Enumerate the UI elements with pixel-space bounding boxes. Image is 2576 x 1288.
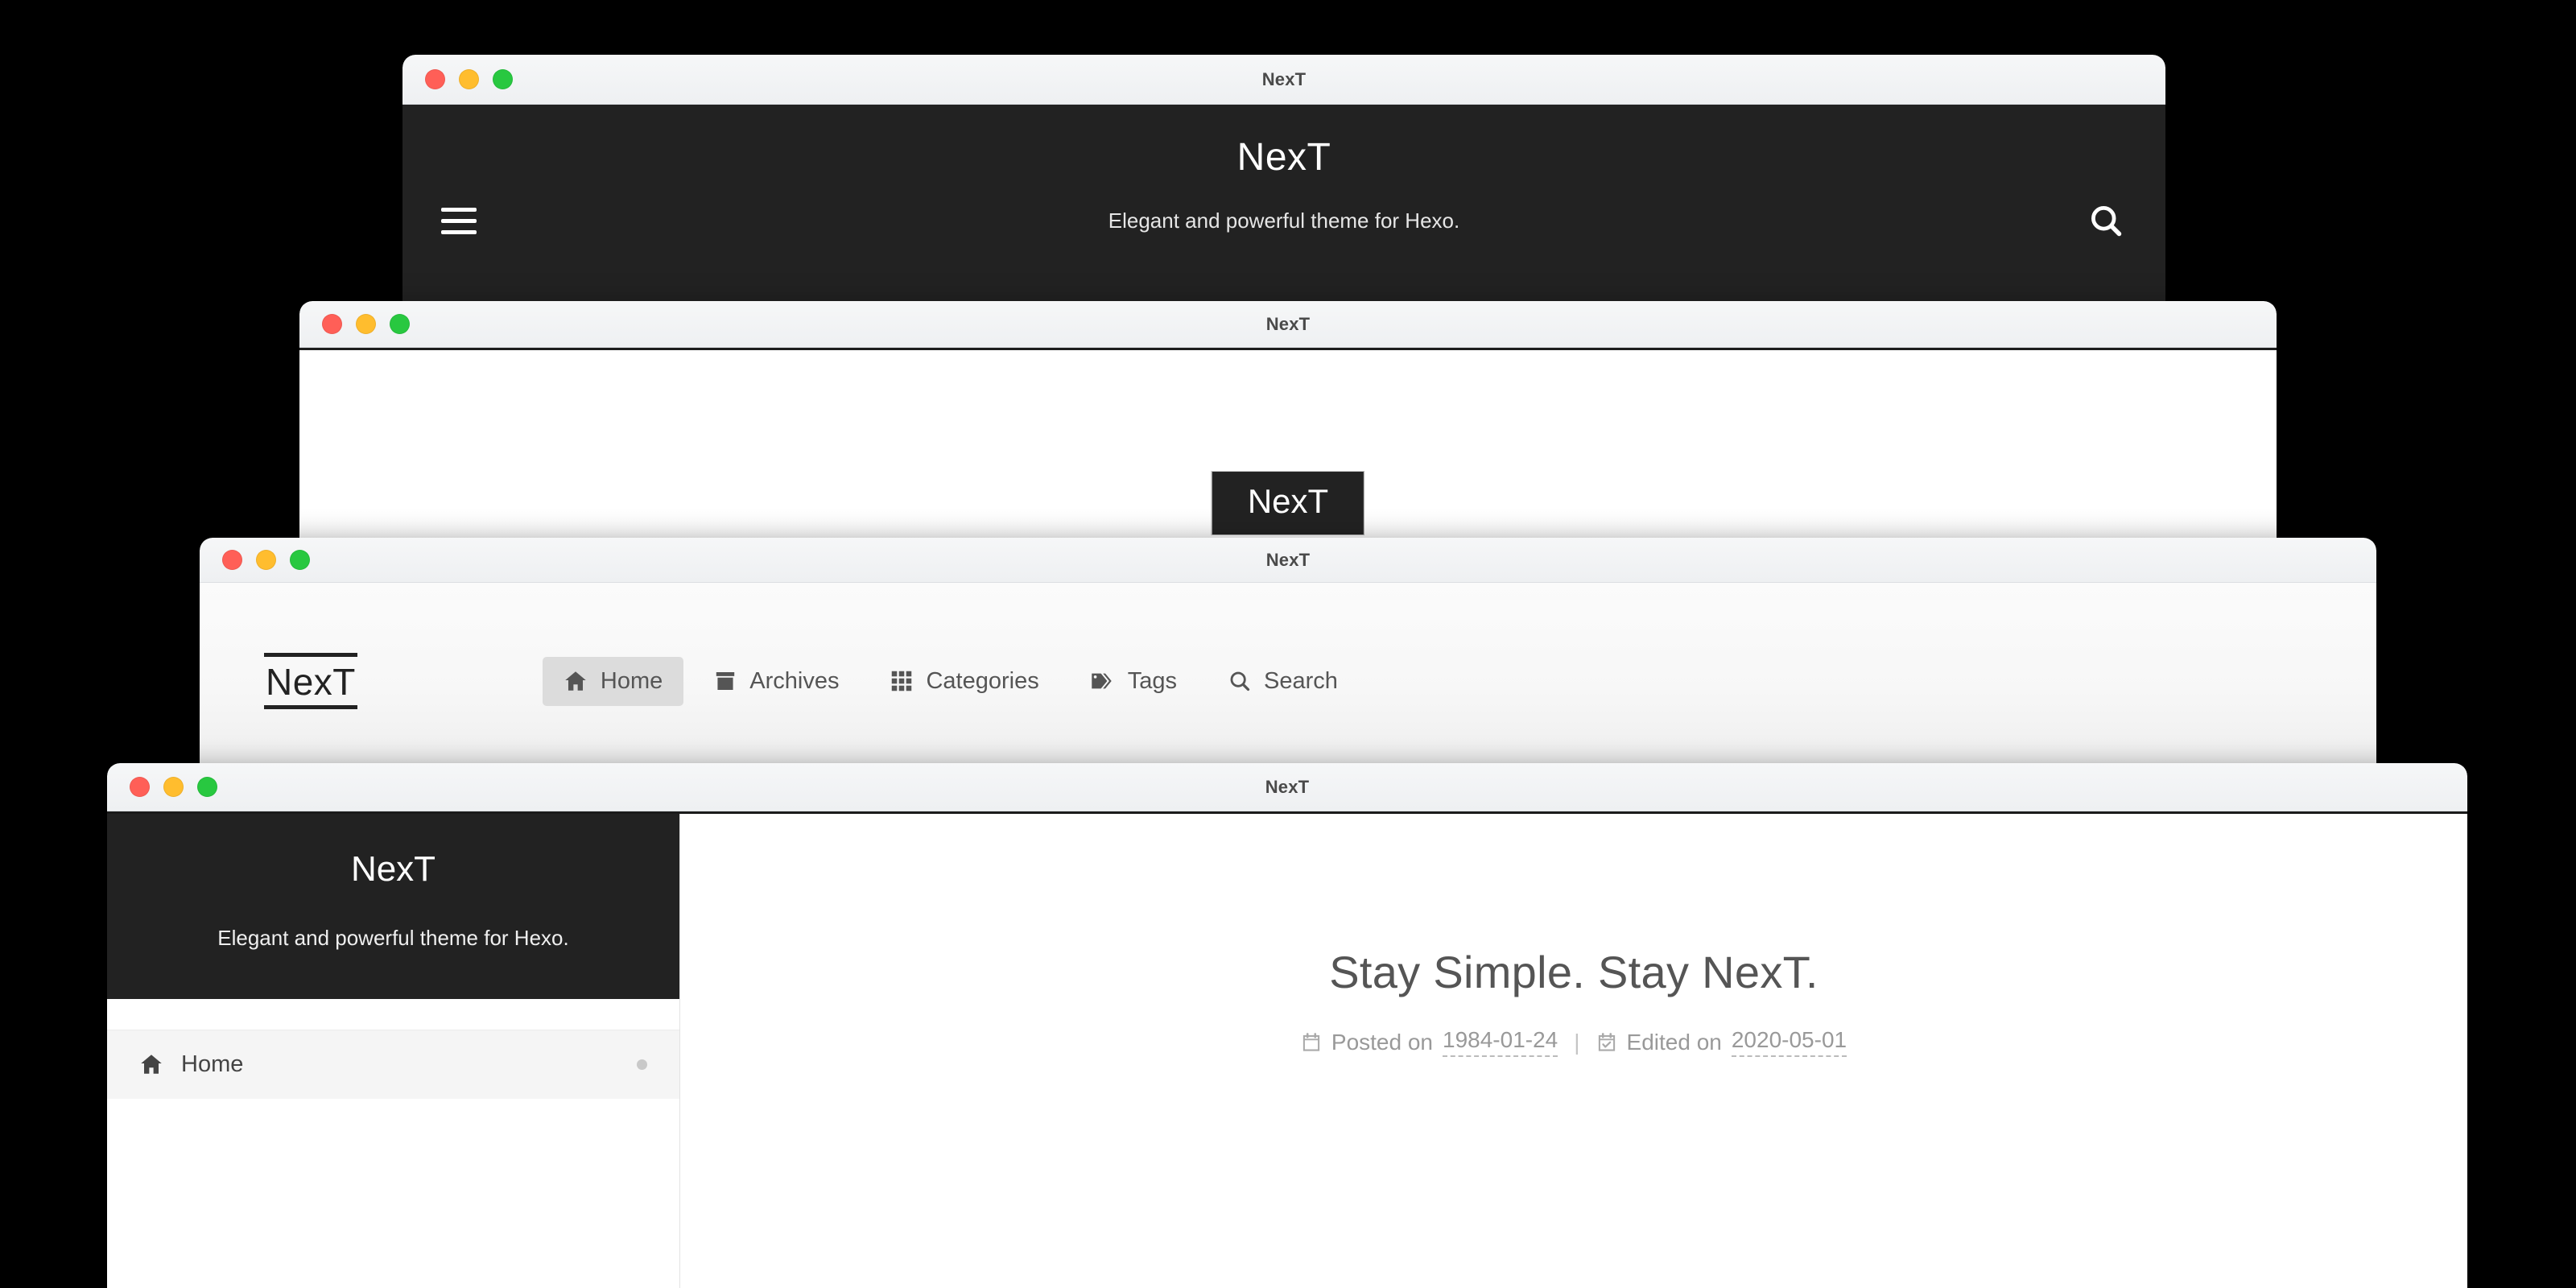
window-body: NexT Elegant and powerful theme for Hexo… — [107, 811, 2467, 1288]
sidebar-item-home[interactable]: Home — [107, 1029, 679, 1099]
nav-label: Categories — [926, 667, 1039, 694]
home-icon — [564, 669, 588, 693]
site-title[interactable]: NexT — [144, 849, 642, 890]
main-content: Stay Simple. Stay NexT. Posted on 1984-0… — [680, 814, 2467, 1288]
nav-label: Search — [1263, 667, 1338, 694]
window-controls[interactable] — [322, 314, 410, 334]
close-button[interactable] — [322, 314, 342, 334]
window-controls[interactable] — [130, 777, 217, 797]
close-button[interactable] — [222, 550, 242, 570]
site-branding: NexT Elegant and powerful theme for Hexo… — [402, 135, 2165, 233]
nav-label: Tags — [1127, 667, 1177, 694]
archive-icon — [714, 670, 737, 692]
posted-on-label: Posted on — [1331, 1029, 1434, 1055]
nav-label: Home — [600, 667, 663, 694]
minimize-button[interactable] — [163, 777, 184, 797]
nav-item-tags[interactable]: Tags — [1070, 657, 1198, 706]
site-subtitle: Elegant and powerful theme for Hexo. — [1108, 208, 1460, 233]
sidebar: NexT Elegant and powerful theme for Hexo… — [107, 814, 680, 1288]
titlebar[interactable]: NexT — [299, 301, 2277, 348]
site-logo[interactable]: NexT — [264, 653, 357, 709]
calendar-icon — [1301, 1032, 1322, 1053]
window-title: NexT — [1265, 549, 1311, 570]
titlebar[interactable]: NexT — [402, 55, 2165, 105]
post-meta: Posted on 1984-01-24 | Edited on 2020-05… — [680, 1027, 2467, 1057]
nav-item-home[interactable]: Home — [542, 656, 684, 706]
post-title[interactable]: Stay Simple. Stay NexT. — [680, 946, 2467, 998]
titlebar[interactable]: NexT — [107, 763, 2467, 811]
maximize-button[interactable] — [197, 777, 217, 797]
grid-icon — [890, 670, 913, 692]
maximize-button[interactable] — [290, 550, 310, 570]
window-title: NexT — [1261, 68, 1307, 89]
minimize-button[interactable] — [459, 69, 479, 89]
posted-on-meta: Posted on 1984-01-24 — [1301, 1027, 1558, 1057]
active-indicator-dot — [637, 1059, 647, 1070]
close-button[interactable] — [425, 69, 445, 89]
window-title: NexT — [1265, 313, 1311, 334]
calendar-check-icon — [1596, 1032, 1617, 1053]
close-button[interactable] — [130, 777, 150, 797]
sidebar-item-label: Home — [181, 1051, 244, 1077]
window-controls[interactable] — [425, 69, 513, 89]
posted-date[interactable]: 1984-01-24 — [1443, 1027, 1558, 1057]
nav-item-archives[interactable]: Archives — [693, 657, 860, 706]
window-gemini[interactable]: NexT NexT Home Archives Categories Tags … — [200, 538, 2376, 779]
sidebar-spacer — [107, 998, 679, 1030]
meta-separator: | — [1574, 1029, 1580, 1055]
window-mist[interactable]: NexT NexT Elegant and powerful theme for… — [107, 763, 2467, 1288]
nav-item-categories[interactable]: Categories — [869, 657, 1059, 706]
home-icon — [139, 1052, 163, 1076]
edited-on-label: Edited on — [1626, 1029, 1722, 1055]
minimize-button[interactable] — [356, 314, 376, 334]
window-body: NexT Home Archives Categories Tags Searc… — [200, 583, 2376, 779]
edited-date[interactable]: 2020-05-01 — [1731, 1027, 1847, 1057]
site-subtitle: Elegant and powerful theme for Hexo. — [217, 926, 569, 950]
tag-icon — [1091, 669, 1115, 693]
nav-label: Archives — [749, 667, 840, 694]
sidebar-header: NexT Elegant and powerful theme for Hexo… — [107, 814, 679, 999]
maximize-button[interactable] — [390, 314, 410, 334]
search-icon — [1228, 670, 1251, 692]
edited-on-meta: Edited on 2020-05-01 — [1596, 1027, 1847, 1057]
site-title[interactable]: NexT — [402, 135, 2165, 180]
site-logo[interactable]: NexT — [1211, 471, 1365, 535]
minimize-button[interactable] — [256, 550, 276, 570]
titlebar[interactable]: NexT — [200, 538, 2376, 583]
window-title: NexT — [1265, 776, 1310, 797]
maximize-button[interactable] — [493, 69, 513, 89]
search-icon[interactable] — [2088, 203, 2124, 242]
post: Stay Simple. Stay NexT. Posted on 1984-0… — [680, 946, 2467, 1057]
nav-item-search[interactable]: Search — [1208, 657, 1359, 706]
window-controls[interactable] — [222, 550, 310, 570]
main-navigation: Home Archives Categories Tags Search — [542, 656, 1359, 706]
desktop-background: NexT NexT Elegant and powerful theme for… — [0, 0, 2576, 1288]
